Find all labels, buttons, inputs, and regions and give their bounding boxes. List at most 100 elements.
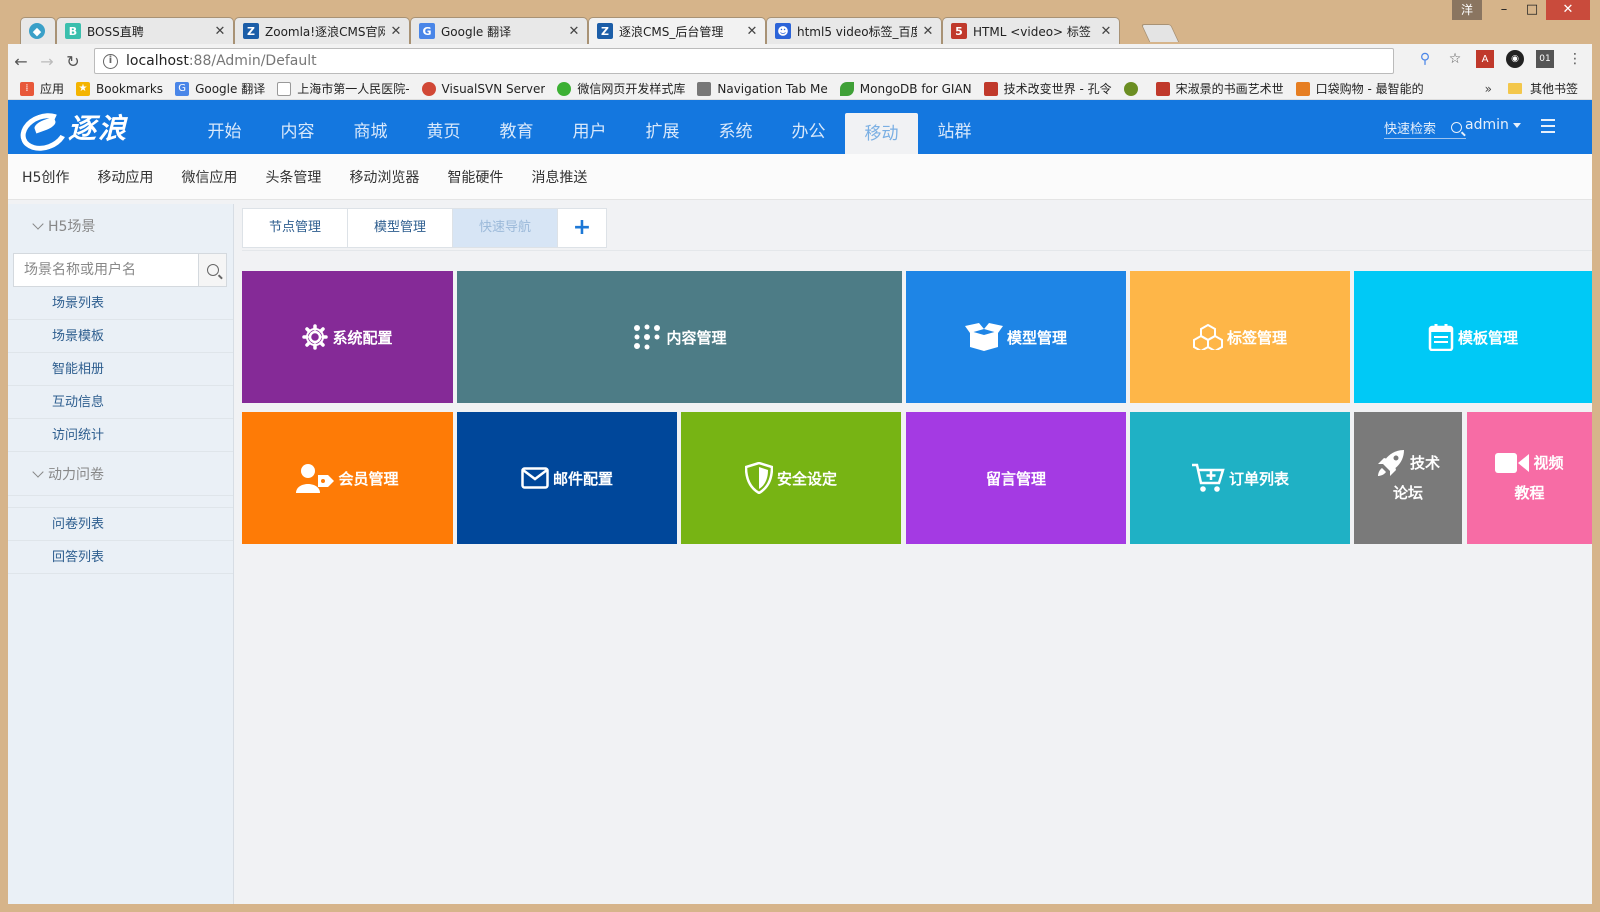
bookmark-item[interactable] xyxy=(1123,81,1144,96)
browser-tab[interactable]: 5 HTML <video> 标签 ✕ xyxy=(942,17,1120,44)
quick-search[interactable]: 快速检索 xyxy=(1384,117,1466,139)
user-menu[interactable]: admin xyxy=(1465,117,1521,133)
bookmark-label: Google 翻译 xyxy=(195,82,266,96)
bookmark-item[interactable]: 技术改变世界 - 孔令 xyxy=(983,80,1112,97)
hamburger-menu-icon[interactable] xyxy=(1541,119,1555,137)
sidebar-item[interactable]: 问卷列表 xyxy=(8,508,233,541)
tile-template-management[interactable]: 模板管理 xyxy=(1354,271,1592,403)
close-icon[interactable]: ✕ xyxy=(921,24,935,39)
main-menu-item[interactable]: 商城 xyxy=(334,100,407,154)
sidebar-group-h5[interactable]: H5场景 xyxy=(8,204,233,248)
tile-model-management[interactable]: 模型管理 xyxy=(906,271,1126,403)
tile-label: 系统配置 xyxy=(332,328,393,347)
bookmark-item[interactable]: G Google 翻译 xyxy=(175,80,265,97)
minimize-icon[interactable]: – xyxy=(1490,0,1518,20)
tile-content-management[interactable]: 内容管理 xyxy=(457,271,902,403)
close-icon[interactable]: ✕ xyxy=(389,24,403,39)
menu-icon[interactable]: ⋮ xyxy=(1566,50,1584,68)
logo[interactable]: 逐浪 xyxy=(16,106,156,148)
main-menu-item[interactable]: 用户 xyxy=(553,100,626,154)
close-icon[interactable]: ✕ xyxy=(1099,24,1113,39)
window-profile-badge[interactable]: 洋 xyxy=(1452,0,1482,20)
bookmarks-overflow-button[interactable]: » xyxy=(1485,82,1492,96)
sidebar-item[interactable]: 场景模板 xyxy=(8,320,233,353)
main-menu-item[interactable]: 内容 xyxy=(261,100,334,154)
bookmark-item[interactable]: ★ Bookmarks xyxy=(76,81,163,96)
tile-mail-config[interactable]: 邮件配置 xyxy=(457,412,677,544)
sidebar-item[interactable]: 互动信息 xyxy=(8,386,233,419)
boss-favicon: B xyxy=(65,23,81,39)
back-icon[interactable]: ← xyxy=(8,52,34,71)
browser-tab[interactable]: ☻ html5 video标签_百度 ✕ xyxy=(766,17,942,44)
bookmark-item[interactable]: Navigation Tab Me xyxy=(697,81,828,96)
browser-tab[interactable]: B BOSS直聘 ✕ xyxy=(56,17,234,44)
sub-nav-item[interactable]: H5创作 xyxy=(22,167,69,187)
pdf-extension-icon[interactable]: A xyxy=(1476,50,1494,68)
sub-nav-item[interactable]: 智能硬件 xyxy=(447,167,503,187)
sidebar-item[interactable]: 智能相册 xyxy=(8,353,233,386)
sidebar-group-survey[interactable]: 动力问卷 xyxy=(8,452,233,496)
bookmark-item[interactable]: 上海市第一人民医院- xyxy=(277,80,410,97)
tile-label-row: 技术 xyxy=(1376,448,1440,478)
tile-security-settings[interactable]: 安全设定 xyxy=(681,412,901,544)
forward-icon[interactable]: → xyxy=(34,52,60,71)
address-bar[interactable]: i localhost:88/Admin/Default xyxy=(94,48,1394,74)
bookmark-item[interactable]: 口袋购物 - 最智能的 xyxy=(1295,80,1424,97)
tile-order-list[interactable]: 订单列表 xyxy=(1130,412,1350,544)
main-menu-item[interactable]: 办公 xyxy=(772,100,845,154)
bookmark-item[interactable]: VisualSVN Server xyxy=(421,81,545,96)
tile-video-tutorial[interactable]: 视频 教程 xyxy=(1467,412,1592,544)
sidebar-item[interactable]: 回答列表 xyxy=(8,541,233,574)
new-tab-button[interactable] xyxy=(1140,24,1180,42)
bookmark-apps[interactable]: ⁞ 应用 xyxy=(20,80,64,97)
tile-tech-forum[interactable]: 技术 论坛 xyxy=(1354,412,1462,544)
main-menu-item[interactable]: 开始 xyxy=(188,100,261,154)
info-icon[interactable]: i xyxy=(103,53,118,69)
main-menu-item[interactable]: 黄页 xyxy=(407,100,480,154)
tile-tag-management[interactable]: 标签管理 xyxy=(1130,271,1350,403)
main-menu-item[interactable]: 系统 xyxy=(699,100,772,154)
sub-nav-item[interactable]: 头条管理 xyxy=(265,167,321,187)
sidebar-item[interactable]: 访问统计 xyxy=(8,419,233,452)
maximize-icon[interactable]: □ xyxy=(1518,0,1546,20)
tile-system-config[interactable]: 系统配置 xyxy=(242,271,453,403)
sub-nav-item[interactable]: 微信应用 xyxy=(181,167,237,187)
star-icon[interactable]: ☆ xyxy=(1446,50,1464,68)
extension-icon[interactable]: ◉ xyxy=(1506,50,1524,68)
extension-icon[interactable]: 01 xyxy=(1536,50,1554,68)
translate-icon[interactable]: ⚲ xyxy=(1416,50,1434,68)
mongodb-leaf-icon xyxy=(839,81,854,96)
sub-nav-item[interactable]: 消息推送 xyxy=(531,167,587,187)
tile-label: 内容管理 xyxy=(666,328,727,347)
main-menu-item[interactable]: 站群 xyxy=(918,100,991,154)
close-icon[interactable]: ✕ xyxy=(213,24,227,39)
tab-quick-nav[interactable]: 快速导航 xyxy=(453,209,558,247)
main-menu-item[interactable]: 扩展 xyxy=(626,100,699,154)
search-button[interactable] xyxy=(198,254,226,286)
add-tab-button[interactable]: + xyxy=(558,209,606,247)
sub-nav-item[interactable]: 移动浏览器 xyxy=(349,167,419,187)
scene-search-input[interactable] xyxy=(14,254,198,286)
sidebar-item[interactable]: 场景列表 xyxy=(8,287,233,320)
browser-tab-active[interactable]: Z 逐浪CMS_后台管理 ✕ xyxy=(588,17,766,44)
browser-tab-home[interactable]: ◆ xyxy=(20,17,56,44)
close-icon[interactable]: ✕ xyxy=(745,24,759,39)
tile-member-management[interactable]: 会员管理 xyxy=(242,412,453,544)
close-icon[interactable]: ✕ xyxy=(567,24,581,39)
bookmark-item[interactable]: 微信网页开发样式库 xyxy=(557,80,685,97)
bookmark-item[interactable]: MongoDB for GIAN xyxy=(839,81,972,96)
main-menu-item-active[interactable]: 移动 xyxy=(845,113,918,154)
tab-node-management[interactable]: 节点管理 xyxy=(243,209,348,247)
tab-model-management[interactable]: 模型管理 xyxy=(348,209,453,247)
tile-message-management[interactable]: 留言管理 xyxy=(906,412,1126,544)
site-favicon xyxy=(1155,81,1170,96)
browser-tab[interactable]: Z Zoomla!逐浪CMS官网_/ ✕ xyxy=(234,17,410,44)
main-menu-item[interactable]: 教育 xyxy=(480,100,553,154)
other-bookmarks[interactable]: 其他书签 xyxy=(1507,80,1578,97)
reload-icon[interactable]: ↻ xyxy=(60,52,86,71)
sub-nav-item[interactable]: 移动应用 xyxy=(97,167,153,187)
bookmark-item[interactable]: 宋淑景的书画艺术世 xyxy=(1155,80,1284,97)
browser-tab[interactable]: G Google 翻译 ✕ xyxy=(410,17,588,44)
window-close-icon[interactable]: ✕ xyxy=(1546,0,1590,20)
w3school-favicon: 5 xyxy=(951,23,967,39)
